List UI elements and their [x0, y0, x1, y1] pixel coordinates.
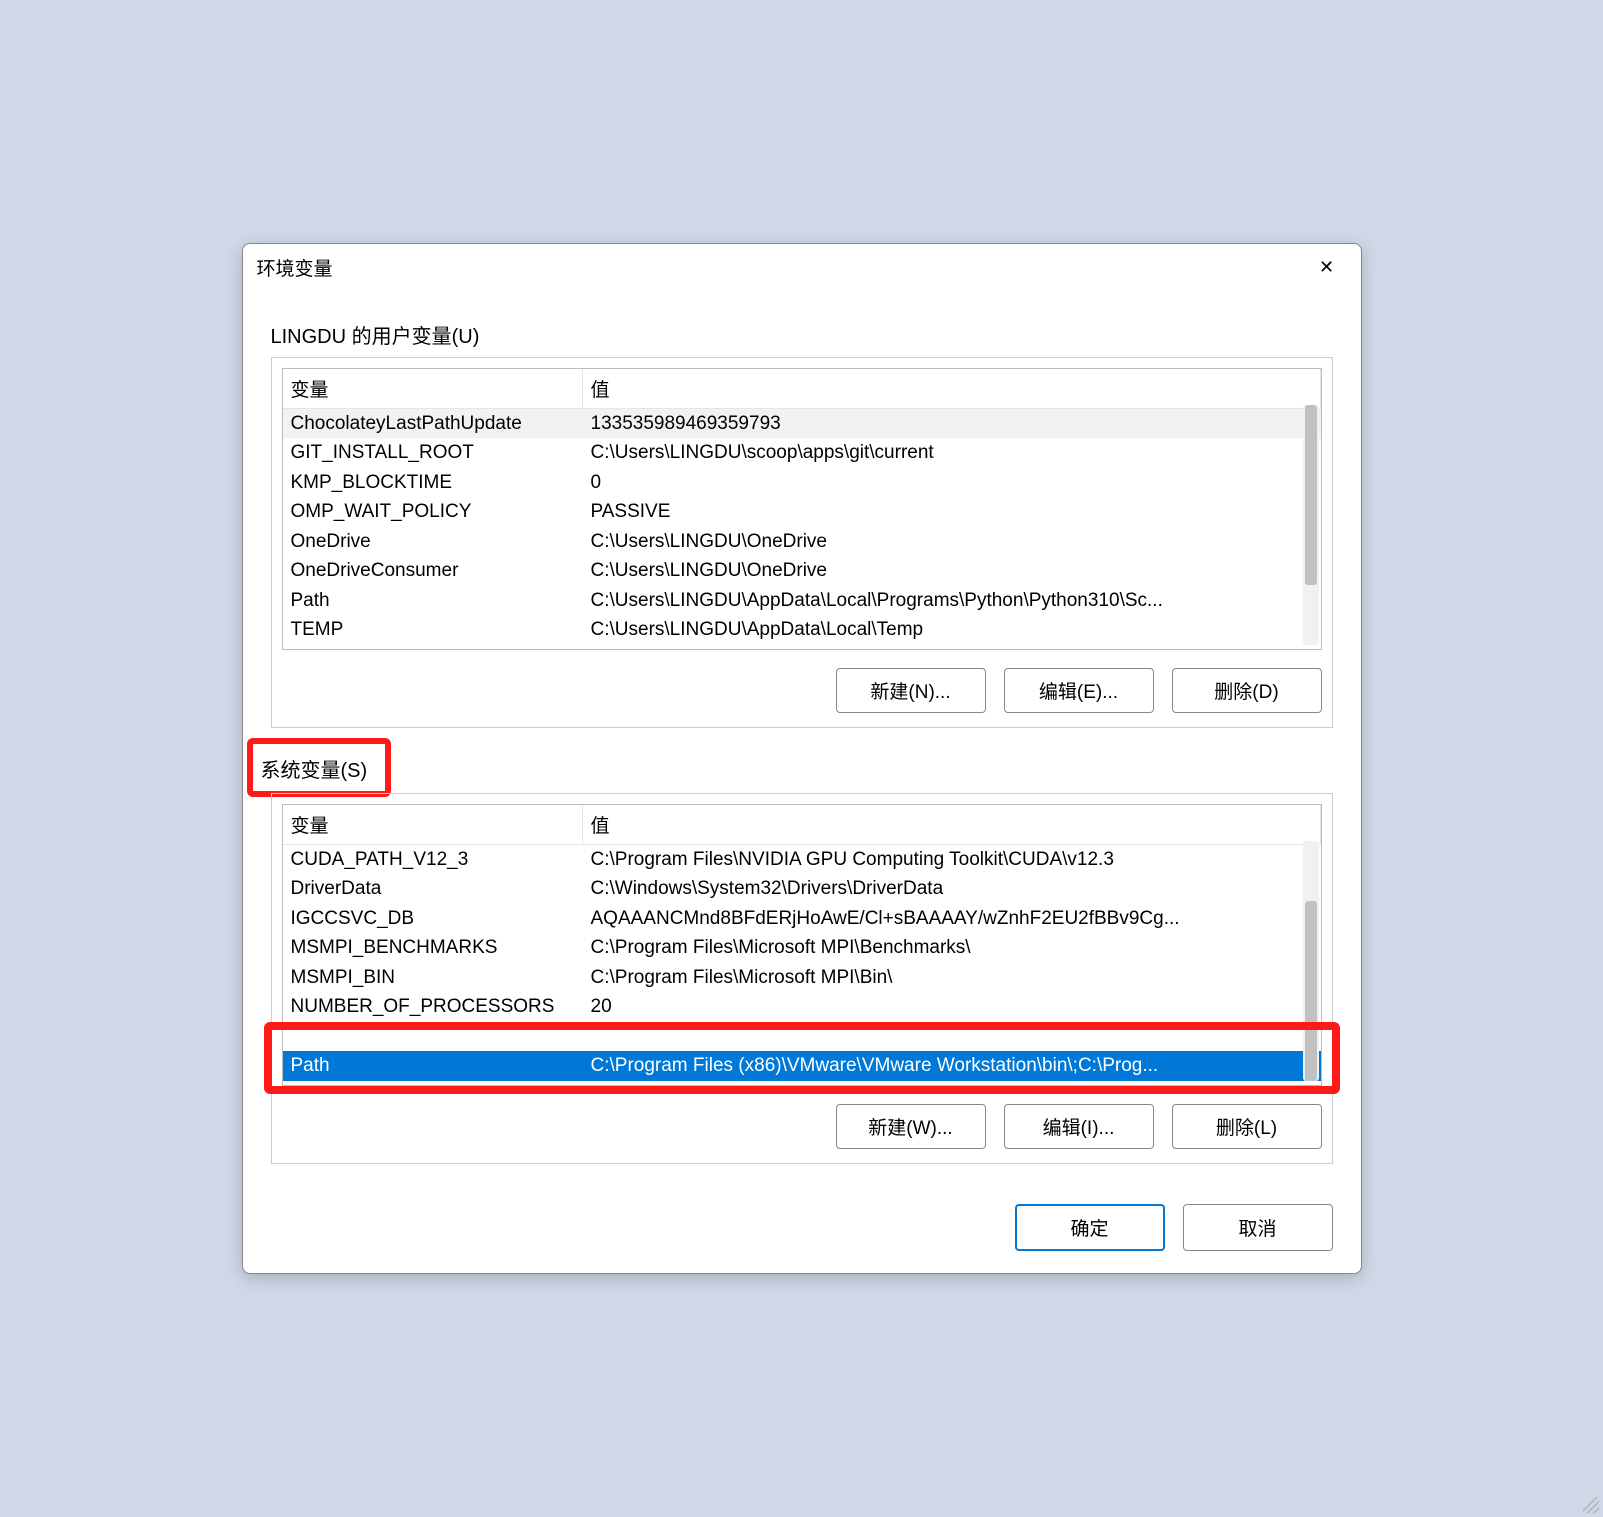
var-name: DriverData — [283, 874, 583, 903]
table-row[interactable]: PathC:\Users\LINGDU\AppData\Local\Progra… — [283, 586, 1321, 615]
user-vars-label: LINGDU 的用户变量(U) — [271, 300, 480, 357]
var-name: ChocolateyLastPathUpdate — [283, 409, 583, 438]
system-vars-label: 系统变量(S) — [247, 738, 392, 797]
var-name: IGCCSVC_DB — [283, 904, 583, 933]
var-name: NUMBER_OF_PROCESSORS — [283, 992, 583, 1021]
ok-button[interactable]: 确定 — [1015, 1204, 1165, 1251]
edit-user-var-button[interactable]: 编辑(E)... — [1004, 668, 1154, 713]
table-row[interactable]: PathC:\Program Files (x86)\VMware\VMware… — [283, 1051, 1321, 1080]
var-value: C:\Program Files (x86)\VMware\VMware Wor… — [583, 1051, 1321, 1080]
column-value[interactable]: 值 — [583, 805, 1321, 844]
var-value: C:\Program Files\Microsoft MPI\Benchmark… — [583, 933, 1321, 962]
list-body: ChocolateyLastPathUpdate1335359894693597… — [283, 409, 1321, 645]
var-name: GIT_INSTALL_ROOT — [283, 438, 583, 467]
scrollbar[interactable] — [1303, 405, 1319, 645]
column-value[interactable]: 值 — [583, 369, 1321, 408]
table-row[interactable]: OneDriveC:\Users\LINGDU\OneDrive — [283, 527, 1321, 556]
table-row[interactable]: IGCCSVC_DBAQAAANCMnd8BFdERjHoAwE/Cl+sBAA… — [283, 904, 1321, 933]
dialog-body: LINGDU 的用户变量(U) 变量 值 ChocolateyLastPathU… — [243, 290, 1361, 1184]
table-row[interactable]: DriverDataC:\Windows\System32\Drivers\Dr… — [283, 874, 1321, 903]
titlebar: 环境变量 ✕ — [243, 244, 1361, 290]
user-buttons: 新建(N)... 编辑(E)... 删除(D) — [282, 668, 1322, 713]
list-header: 变量 值 — [283, 369, 1321, 409]
table-row[interactable]: KMP_BLOCKTIME0 — [283, 468, 1321, 497]
new-system-var-button[interactable]: 新建(W)... — [836, 1104, 986, 1149]
var-name: KMP_BLOCKTIME — [283, 468, 583, 497]
var-name: OS — [283, 1022, 583, 1051]
var-name: OneDrive — [283, 527, 583, 556]
var-value: C:\Windows\System32\Drivers\DriverData — [583, 874, 1321, 903]
table-row[interactable]: MSMPI_BINC:\Program Files\Microsoft MPI\… — [283, 963, 1321, 992]
table-row[interactable]: ChocolateyLastPathUpdate1335359894693597… — [283, 409, 1321, 438]
table-row[interactable]: OneDriveConsumerC:\Users\LINGDU\OneDrive — [283, 556, 1321, 585]
var-value: 20 — [583, 992, 1321, 1021]
var-name: MSMPI_BIN — [283, 963, 583, 992]
var-name: OneDriveConsumer — [283, 556, 583, 585]
column-variable[interactable]: 变量 — [283, 805, 583, 844]
environment-variables-dialog: 环境变量 ✕ LINGDU 的用户变量(U) 变量 值 ChocolateyLa… — [242, 243, 1362, 1274]
var-value: C:\Users\LINGDU\scoop\apps\git\current — [583, 438, 1321, 467]
var-value: Windows_NT — [583, 1022, 1321, 1051]
close-icon: ✕ — [1319, 257, 1334, 278]
user-vars-group: 变量 值 ChocolateyLastPathUpdate13353598946… — [271, 357, 1333, 728]
scrollbar-thumb[interactable] — [1305, 405, 1317, 585]
scrollbar-thumb[interactable] — [1305, 901, 1317, 1081]
table-row[interactable]: OMP_WAIT_POLICYPASSIVE — [283, 497, 1321, 526]
dialog-actions: 确定 取消 — [243, 1184, 1361, 1273]
list-body: CUDA_PATH_V12_3C:\Program Files\NVIDIA G… — [283, 845, 1321, 1081]
column-variable[interactable]: 变量 — [283, 369, 583, 408]
var-value: C:\Users\LINGDU\OneDrive — [583, 556, 1321, 585]
var-value: AQAAANCMnd8BFdERjHoAwE/Cl+sBAAAAY/wZnhF2… — [583, 904, 1321, 933]
table-row[interactable]: TEMPC:\Users\LINGDU\AppData\Local\Temp — [283, 615, 1321, 644]
delete-system-var-button[interactable]: 删除(L) — [1172, 1104, 1322, 1149]
var-value: C:\Program Files\Microsoft MPI\Bin\ — [583, 963, 1321, 992]
var-name: CUDA_PATH_V12_3 — [283, 845, 583, 874]
var-name: MSMPI_BENCHMARKS — [283, 933, 583, 962]
var-value: C:\Users\LINGDU\AppData\Local\Temp — [583, 615, 1321, 644]
list-header: 变量 值 — [283, 805, 1321, 845]
dialog-title: 环境变量 — [257, 254, 333, 281]
close-button[interactable]: ✕ — [1307, 252, 1347, 282]
table-row[interactable]: GIT_INSTALL_ROOTC:\Users\LINGDU\scoop\ap… — [283, 438, 1321, 467]
scrollbar[interactable] — [1303, 841, 1319, 1081]
var-value: 0 — [583, 468, 1321, 497]
new-user-var-button[interactable]: 新建(N)... — [836, 668, 986, 713]
user-vars-list[interactable]: 变量 值 ChocolateyLastPathUpdate13353598946… — [282, 368, 1322, 650]
system-vars-group: 变量 值 CUDA_PATH_V12_3C:\Program Files\NVI… — [271, 793, 1333, 1164]
var-value: C:\Program Files\NVIDIA GPU Computing To… — [583, 845, 1321, 874]
var-name: Path — [283, 586, 583, 615]
var-name: TEMP — [283, 615, 583, 644]
system-buttons: 新建(W)... 编辑(I)... 删除(L) — [282, 1104, 1322, 1149]
system-vars-list[interactable]: 变量 值 CUDA_PATH_V12_3C:\Program Files\NVI… — [282, 804, 1322, 1086]
table-row[interactable]: NUMBER_OF_PROCESSORS20 — [283, 992, 1321, 1021]
cancel-button[interactable]: 取消 — [1183, 1204, 1333, 1251]
table-row[interactable]: MSMPI_BENCHMARKSC:\Program Files\Microso… — [283, 933, 1321, 962]
table-row[interactable]: CUDA_PATH_V12_3C:\Program Files\NVIDIA G… — [283, 845, 1321, 874]
var-name: Path — [283, 1051, 583, 1080]
var-value: PASSIVE — [583, 497, 1321, 526]
var-value: C:\Users\LINGDU\AppData\Local\Programs\P… — [583, 586, 1321, 615]
resize-grip-icon[interactable] — [1583, 1497, 1599, 1513]
var-value: 133535989469359793 — [583, 409, 1321, 438]
var-name: OMP_WAIT_POLICY — [283, 497, 583, 526]
edit-system-var-button[interactable]: 编辑(I)... — [1004, 1104, 1154, 1149]
delete-user-var-button[interactable]: 删除(D) — [1172, 668, 1322, 713]
var-value: C:\Users\LINGDU\OneDrive — [583, 527, 1321, 556]
